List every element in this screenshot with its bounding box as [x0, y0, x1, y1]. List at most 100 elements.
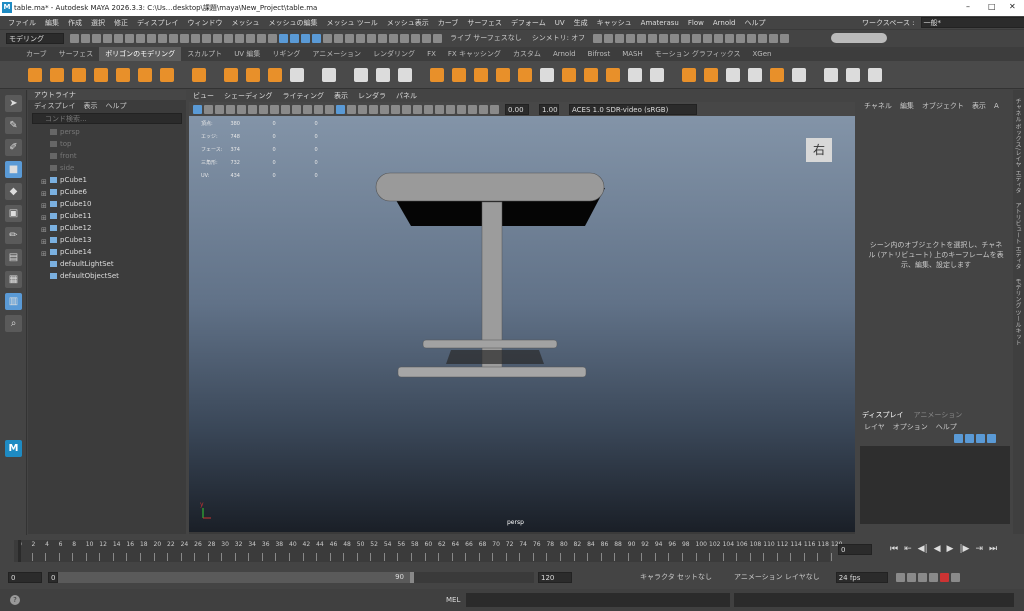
shelf-tool-icon[interactable] [704, 67, 718, 82]
shelf-tool-icon[interactable] [50, 67, 64, 82]
menu-item[interactable]: Arnold [713, 19, 736, 27]
shelf-tab[interactable]: アニメーション [306, 47, 367, 61]
last-tool-icon[interactable]: ✏ [5, 227, 22, 244]
menu-item[interactable]: 作成 [68, 18, 82, 28]
viewport-tool-icon[interactable] [325, 104, 334, 114]
status-tool-icon[interactable] [246, 33, 255, 43]
viewport-tool-icon[interactable] [336, 104, 345, 114]
shelf-tool-icon[interactable] [224, 67, 238, 82]
play-back-icon[interactable]: ◀ [934, 544, 941, 554]
status-tool-icon[interactable] [224, 33, 233, 43]
shelf-tool-icon[interactable] [496, 67, 510, 82]
status-tool-icon[interactable] [334, 33, 343, 43]
status-tool-icon[interactable] [213, 33, 222, 43]
shelf-tab[interactable]: モーション グラフィックス [649, 47, 747, 61]
menu-item[interactable]: メッシュの編集 [269, 18, 318, 28]
status-tool-icon[interactable] [312, 33, 321, 43]
menu-item[interactable]: カーブ [438, 18, 459, 28]
outliner-item[interactable]: defaultObjectSet [28, 270, 186, 282]
shelf-tool-icon[interactable] [748, 67, 762, 82]
viewport-tool-icon[interactable] [303, 104, 312, 114]
layer-menu-item[interactable]: ヘルプ [936, 422, 957, 432]
shelf-tool-icon[interactable] [354, 67, 368, 82]
sound-icon[interactable] [928, 572, 938, 582]
render-tool-icon[interactable] [703, 33, 713, 43]
viewport-tool-icon[interactable] [446, 104, 455, 114]
viewport-tool-icon[interactable] [215, 104, 224, 114]
viewport-menu-item[interactable]: ライティング [283, 91, 324, 101]
mel-command-input[interactable] [466, 593, 730, 607]
viewport-tool-icon[interactable] [292, 104, 301, 114]
status-tool-icon[interactable] [433, 33, 442, 43]
symmetry-label[interactable]: シンメトリ: オフ [532, 33, 585, 43]
viewport-menu-item[interactable]: レンダラ [358, 91, 386, 101]
new-layer-icon[interactable] [954, 434, 963, 443]
loop-icon[interactable] [895, 572, 905, 582]
viewport-tool-icon[interactable] [413, 104, 422, 114]
outliner-menu-item[interactable]: ディスプレイ [34, 101, 76, 111]
viewport-tool-icon[interactable] [226, 104, 235, 114]
menu-item[interactable]: 選択 [91, 18, 105, 28]
layer-list[interactable] [860, 446, 1010, 524]
current-frame-field[interactable]: 0 [838, 544, 872, 555]
outliner-item[interactable]: ⊞ pCube12 [28, 222, 186, 234]
3d-viewport[interactable]: 頂点: 380 0 0 エッジ: 748 0 0 フェース: 374 0 0 三角形: 732 0 0 UV: 4… [189, 116, 855, 532]
paint-select-icon[interactable]: ✐ [5, 139, 22, 156]
viewport-menu-item[interactable]: ビュー [193, 91, 214, 101]
search-icon[interactable]: ⌕ [5, 315, 22, 332]
status-tool-icon[interactable] [378, 33, 387, 43]
shelf-tab[interactable]: サーフェス [53, 47, 100, 61]
viewport-tool-icon[interactable] [402, 104, 411, 114]
render-tool-icon[interactable] [736, 33, 746, 43]
status-tool-icon[interactable] [202, 33, 211, 43]
outliner-item[interactable]: ⊞ pCube14 [28, 246, 186, 258]
shelf-tab[interactable]: カーブ [20, 47, 53, 61]
render-tool-icon[interactable] [758, 33, 768, 43]
status-tool-icon[interactable] [103, 33, 112, 43]
prefs-icon[interactable] [950, 572, 960, 582]
viewport-tool-icon[interactable] [424, 104, 433, 114]
shelf-tab[interactable]: ポリゴンのモデリング [99, 47, 182, 61]
menu-item[interactable]: ウィンドウ [188, 18, 223, 28]
side-tab[interactable]: アトリビュート エディタ [1013, 202, 1022, 270]
record-icon[interactable] [939, 572, 949, 582]
menu-set-dropdown[interactable]: モデリング [6, 32, 64, 44]
status-tool-icon[interactable] [180, 33, 189, 43]
status-tool-icon[interactable] [345, 33, 354, 43]
status-tool-icon[interactable] [158, 33, 167, 43]
shelf-tab[interactable]: Arnold [547, 47, 582, 61]
outliner-search-input[interactable]: コンド検索... [32, 113, 182, 124]
table-model[interactable]: y [189, 116, 855, 532]
side-tab[interactable]: チャネル ボックス/レイヤ エディタ [1013, 98, 1022, 194]
layer-menu-item[interactable]: レイヤ [864, 422, 885, 432]
close-icon[interactable]: ✕ [1009, 2, 1016, 11]
viewport-tool-icon[interactable] [391, 104, 400, 114]
single-view-icon[interactable]: ▤ [5, 249, 22, 266]
playback-start-field[interactable]: 0 [48, 571, 58, 583]
menu-item[interactable]: サーフェス [467, 18, 502, 28]
shelf-tab[interactable]: レンダリング [367, 47, 421, 61]
render-tool-icon[interactable] [659, 33, 669, 43]
anim-layer-label[interactable]: アニメーション レイヤなし [734, 572, 820, 582]
shelf-tool-icon[interactable] [322, 67, 336, 82]
viewport-tool-icon[interactable] [490, 104, 499, 114]
render-tool-icon[interactable] [604, 33, 614, 43]
outliner-item[interactable]: defaultLightSet [28, 258, 186, 270]
menu-item[interactable]: ディスプレイ [137, 18, 179, 28]
status-tool-icon[interactable] [147, 33, 156, 43]
status-tool-icon[interactable] [301, 33, 310, 43]
shelf-tab[interactable]: スカルプト [181, 47, 228, 61]
maya-logo-icon[interactable]: M [5, 440, 22, 457]
workspace-selector[interactable]: ワークスペース : 一般* [862, 17, 1024, 28]
status-tool-icon[interactable] [125, 33, 134, 43]
shelf-tab[interactable]: リギング [266, 47, 306, 61]
render-tool-icon[interactable] [593, 33, 603, 43]
mel-label[interactable]: MEL [446, 596, 460, 604]
layer-tab[interactable]: ディスプレイ [862, 410, 904, 420]
status-tool-icon[interactable] [400, 33, 409, 43]
render-tool-icon[interactable] [747, 33, 757, 43]
four-view-icon[interactable]: ▦ [5, 271, 22, 288]
viewport-tool-icon[interactable] [281, 104, 290, 114]
status-tool-icon[interactable] [411, 33, 420, 43]
shelf-tab[interactable]: カスタム [507, 47, 547, 61]
